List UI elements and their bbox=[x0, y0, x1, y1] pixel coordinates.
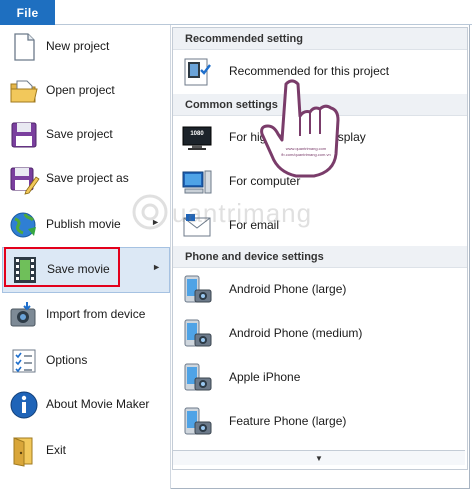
menu-item-publish-movie[interactable]: Publish movie ► bbox=[2, 203, 168, 247]
submenu-item-hd-display[interactable]: 1080 For high-definition display bbox=[173, 118, 467, 158]
save-project-icon bbox=[11, 122, 37, 148]
submenu-item-apple-iphone[interactable]: Apple iPhone bbox=[173, 358, 467, 398]
submenu-label: For email bbox=[229, 218, 280, 232]
menu-item-about-movie-maker[interactable]: About Movie Maker bbox=[2, 383, 168, 427]
new-project-icon bbox=[14, 33, 35, 61]
submenu-label: Feature Phone (large) bbox=[229, 414, 347, 428]
submenu-arrow-icon: ► bbox=[151, 217, 160, 227]
submenu-item-email[interactable]: For email bbox=[173, 206, 467, 246]
section-header-recommended: Recommended setting bbox=[173, 28, 467, 50]
menu-item-save-movie[interactable]: Save movie ► bbox=[2, 247, 170, 293]
hd-badge: 1080 bbox=[190, 131, 204, 137]
menu-label: Open project bbox=[46, 83, 115, 97]
menu-item-open-project[interactable]: Open project bbox=[2, 69, 168, 113]
submenu-label: Apple iPhone bbox=[229, 370, 301, 384]
file-menu-left: New project Open project Save project Sa… bbox=[0, 25, 171, 489]
submenu-item-feature-phone-large[interactable]: Feature Phone (large) bbox=[173, 402, 467, 442]
import-device-icon bbox=[10, 302, 36, 327]
submenu-label: Recommended for this project bbox=[229, 64, 390, 78]
submenu-item-computer[interactable]: For computer bbox=[173, 162, 467, 202]
open-project-icon bbox=[10, 80, 38, 103]
menu-item-save-project-as[interactable]: Save project as bbox=[2, 157, 168, 201]
save-movie-icon bbox=[14, 257, 36, 283]
menu-label: About Movie Maker bbox=[46, 397, 150, 411]
section-header-common: Common settings bbox=[173, 94, 467, 116]
submenu-arrow-icon: ► bbox=[152, 262, 161, 272]
chevron-down-icon: ▼ bbox=[315, 453, 323, 463]
submenu-label: For high-definition display bbox=[229, 130, 366, 144]
section-header-phone-devices: Phone and device settings bbox=[173, 246, 467, 268]
save-project-as-icon bbox=[10, 167, 40, 195]
menu-item-save-project[interactable]: Save project bbox=[2, 113, 168, 157]
ribbon-bar bbox=[0, 0, 472, 25]
android-phone-icon bbox=[184, 275, 212, 303]
menu-label: Save project bbox=[46, 127, 113, 141]
recommended-icon bbox=[184, 58, 211, 86]
email-icon bbox=[183, 214, 211, 237]
android-phone-icon bbox=[184, 319, 212, 347]
submenu-item-android-large[interactable]: Android Phone (large) bbox=[173, 270, 467, 310]
exit-icon bbox=[13, 437, 33, 467]
save-movie-submenu: Recommended setting Recommended for this… bbox=[172, 27, 468, 470]
about-icon bbox=[10, 391, 38, 419]
menu-label: Import from device bbox=[46, 307, 146, 321]
menu-item-exit[interactable]: Exit bbox=[2, 429, 168, 473]
file-tab[interactable]: File bbox=[0, 0, 55, 25]
hd-display-icon: 1080 bbox=[182, 126, 212, 150]
computer-icon bbox=[182, 170, 212, 194]
options-icon bbox=[12, 349, 36, 373]
submenu-item-android-medium[interactable]: Android Phone (medium) bbox=[173, 314, 467, 354]
iphone-icon bbox=[184, 363, 212, 391]
publish-movie-icon bbox=[10, 212, 36, 238]
submenu-scroll-down[interactable]: ▼ bbox=[173, 450, 465, 465]
menu-item-import-from-device[interactable]: Import from device bbox=[2, 293, 168, 337]
menu-label: Save movie bbox=[47, 262, 110, 276]
submenu-item-recommended[interactable]: Recommended for this project bbox=[173, 52, 467, 92]
menu-item-new-project[interactable]: New project bbox=[2, 25, 168, 69]
menu-label: Exit bbox=[46, 443, 67, 457]
menu-label: Options bbox=[46, 353, 88, 367]
submenu-label: Android Phone (medium) bbox=[229, 326, 363, 340]
submenu-label: For computer bbox=[229, 174, 301, 188]
menu-item-options[interactable]: Options bbox=[2, 339, 168, 383]
menu-label: Save project as bbox=[46, 171, 129, 185]
menu-label: Publish movie bbox=[46, 217, 121, 231]
feature-phone-icon bbox=[184, 407, 212, 435]
menu-label: New project bbox=[46, 39, 110, 53]
submenu-label: Android Phone (large) bbox=[229, 282, 347, 296]
